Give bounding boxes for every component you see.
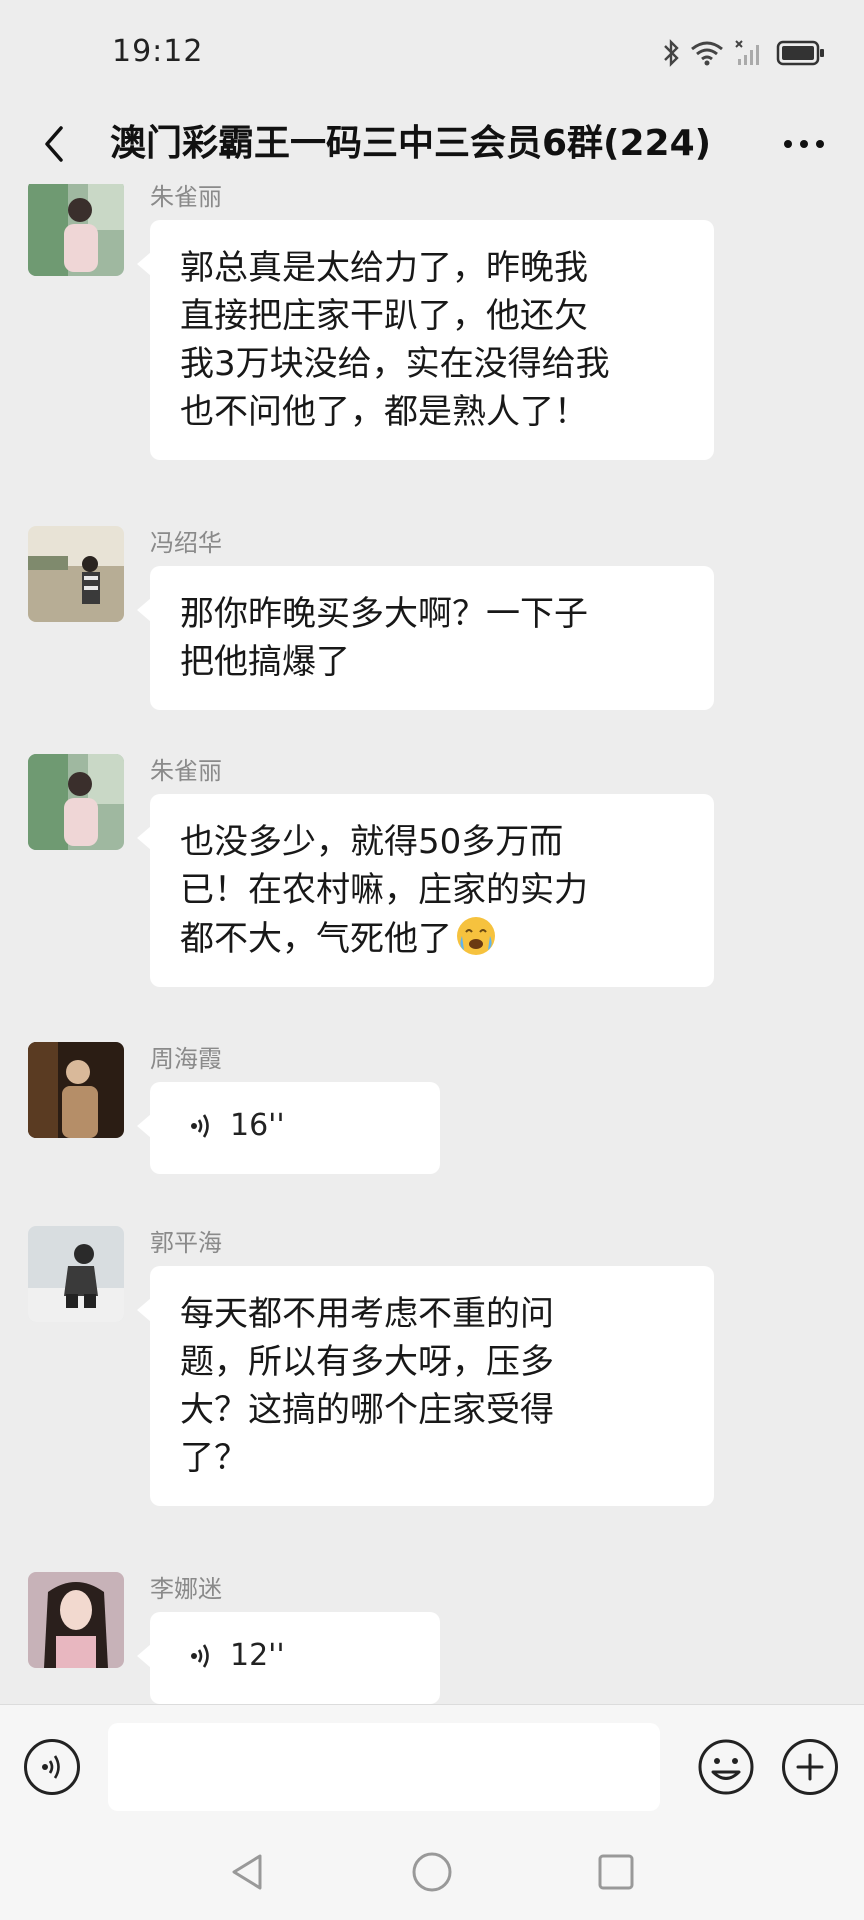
status-bar: 19:12 — [0, 0, 864, 104]
message-line: 题，所以有多大呀，压多 — [180, 1342, 554, 1382]
sender-name: 周海霞 — [150, 1045, 222, 1073]
avatar[interactable] — [28, 754, 124, 850]
status-time: 19:12 — [112, 34, 204, 69]
message-line: 也没多少，就得50多万而 — [180, 822, 564, 862]
voice-message-bubble[interactable]: 12'' — [137, 1612, 440, 1704]
message-line: 了？ — [180, 1438, 248, 1478]
message-input[interactable] — [108, 1723, 660, 1811]
more-actions-button[interactable] — [782, 1739, 838, 1795]
nav-home-button[interactable] — [408, 1848, 456, 1896]
sender-name: 朱雀丽 — [150, 184, 222, 211]
nav-back-icon — [232, 1854, 262, 1890]
message-bubble[interactable]: 那你昨晚买多大啊？一下子 把他搞爆了 — [137, 566, 714, 710]
sender-name: 郭平海 — [150, 1229, 222, 1257]
nav-recents-icon — [598, 1854, 634, 1890]
message-list[interactable]: 朱雀丽 郭总真是太给力了，昨晚我 直接把庄家干趴了，他还欠 我3万块没给，实在没… — [0, 184, 864, 1704]
message-line: 郭总真是太给力了，昨晚我 — [180, 248, 588, 288]
emoji-button[interactable] — [696, 1737, 756, 1797]
battery-icon — [776, 40, 824, 66]
message-line: 把他搞爆了 — [180, 642, 350, 682]
message-text: 都不大，气死他了 — [180, 919, 452, 959]
voice-duration: 16'' — [230, 1108, 285, 1143]
nav-home-icon — [412, 1852, 452, 1892]
voice-wave-icon — [191, 1114, 209, 1138]
status-icons — [662, 36, 826, 70]
message-bubble[interactable]: 郭总真是太给力了，昨晚我 直接把庄家干趴了，他还欠 我3万块没给，实在没得给我 … — [137, 220, 714, 460]
chat-header: 澳门彩霸王一码三中三会员6群(224) — [0, 104, 864, 184]
plus-icon — [796, 1753, 824, 1781]
message-line: 大？这搞的哪个庄家受得 — [180, 1390, 554, 1430]
message-line: 那你昨晚买多大啊？一下子 — [180, 594, 588, 634]
emoji-icon — [698, 1739, 754, 1795]
voice-input-button[interactable] — [24, 1739, 80, 1795]
message-line: 我3万块没给，实在没得给我 — [180, 344, 610, 384]
chat-title: 澳门彩霸王一码三中三会员6群(224) — [110, 123, 712, 164]
wifi-icon — [691, 41, 723, 66]
message-bubble[interactable]: 每天都不用考虑不重的问 题，所以有多大呀，压多 大？这搞的哪个庄家受得 了？ — [137, 1266, 714, 1506]
message-bubble[interactable]: 也没多少，就得50多万而 已！在农村嘛，庄家的实力 都不大，气死他了 — [137, 794, 714, 987]
more-dots-icon — [784, 140, 824, 148]
sender-name: 李娜迷 — [150, 1575, 222, 1603]
nav-back-button[interactable] — [224, 1848, 272, 1896]
more-options-button[interactable] — [774, 114, 834, 174]
input-bar — [0, 1704, 864, 1827]
voice-input-icon — [42, 1755, 60, 1779]
voice-message-bubble[interactable]: 16'' — [137, 1082, 440, 1174]
voice-duration: 12'' — [230, 1638, 285, 1673]
crying-face-emoji — [457, 917, 495, 955]
avatar[interactable] — [28, 526, 124, 622]
avatar[interactable] — [28, 1042, 124, 1138]
avatar[interactable] — [28, 184, 124, 276]
chevron-left-icon — [45, 126, 63, 162]
nav-recents-button[interactable] — [592, 1848, 640, 1896]
sender-name: 冯绍华 — [150, 529, 222, 557]
message-line: 每天都不用考虑不重的问 — [180, 1294, 554, 1334]
signal-icon — [735, 40, 759, 65]
system-nav-bar — [0, 1826, 864, 1920]
sender-name: 朱雀丽 — [150, 757, 222, 785]
message-line: 都不大，气死他了 — [180, 914, 684, 963]
voice-wave-icon — [191, 1644, 209, 1668]
message-line: 也不问他了，都是熟人了！ — [180, 392, 588, 432]
avatar[interactable] — [28, 1226, 124, 1322]
bluetooth-icon — [664, 39, 679, 67]
message-line: 直接把庄家干趴了，他还欠 — [180, 296, 588, 336]
avatar[interactable] — [28, 1572, 124, 1668]
back-button[interactable] — [24, 114, 84, 174]
message-line: 已！在农村嘛，庄家的实力 — [180, 870, 588, 910]
